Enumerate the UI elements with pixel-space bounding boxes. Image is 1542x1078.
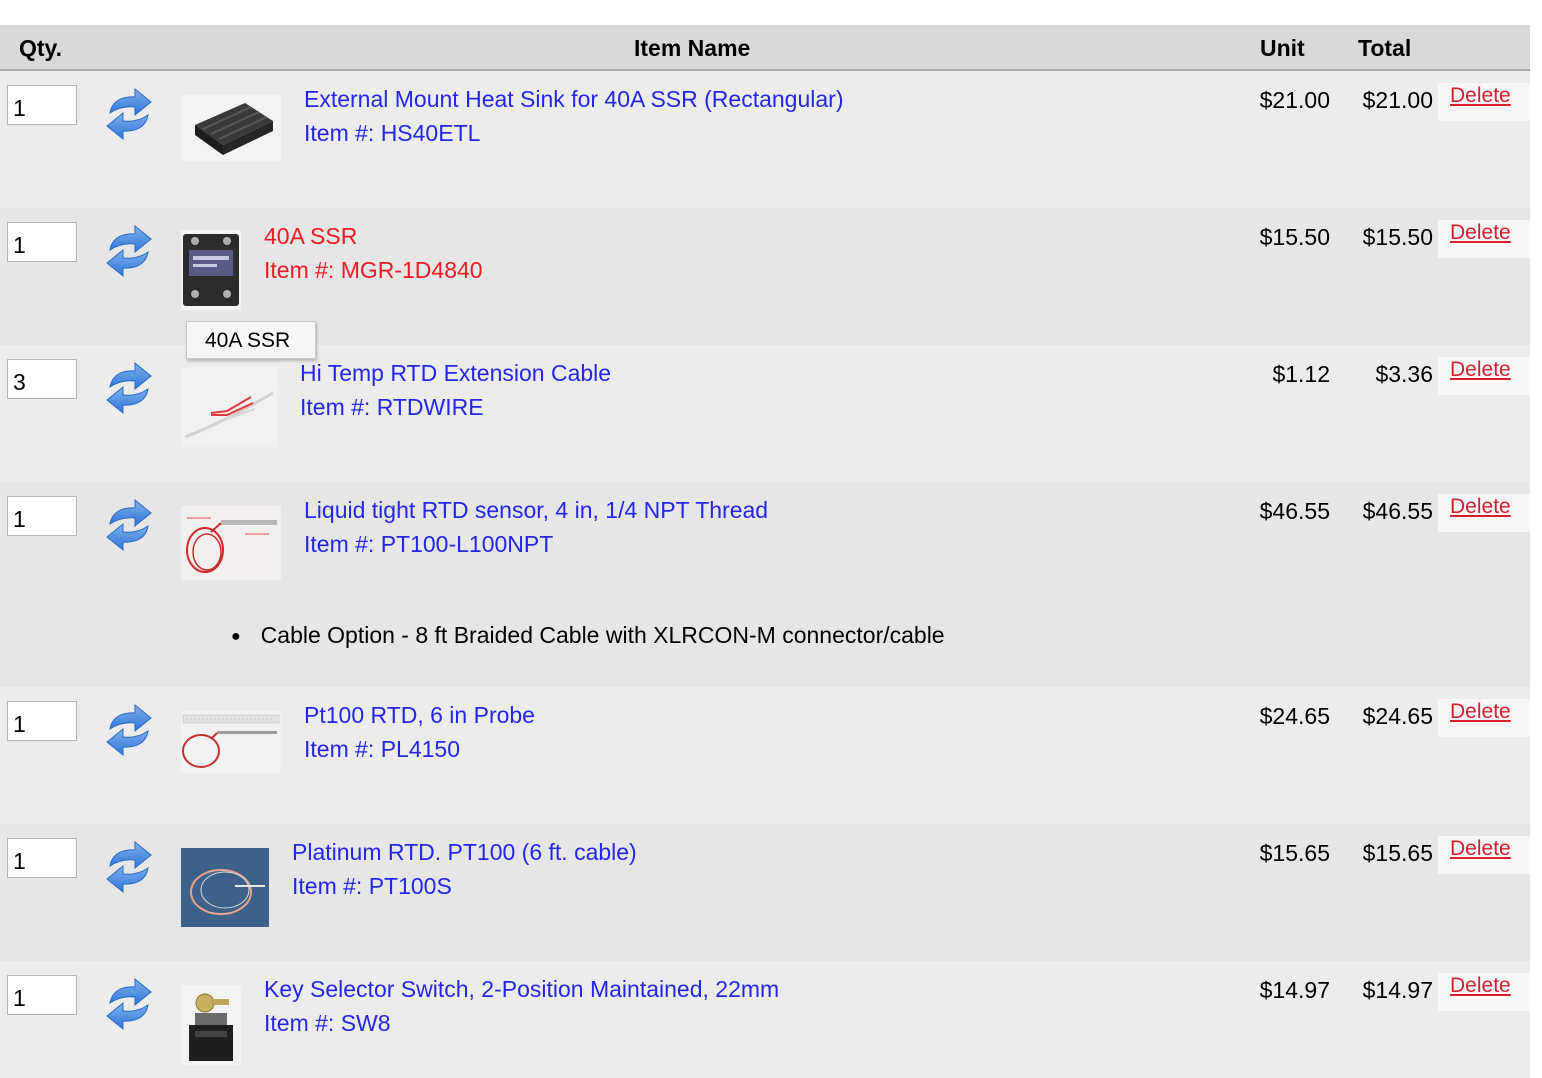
line-total: $24.65 bbox=[1362, 703, 1433, 729]
delete-cell: Delete bbox=[1438, 83, 1530, 121]
item-name-header: Item Name bbox=[634, 35, 751, 61]
refresh-arrows-icon[interactable] bbox=[104, 222, 154, 280]
refresh-arrows-icon[interactable] bbox=[104, 496, 154, 554]
delete-cell: Delete bbox=[1438, 220, 1530, 258]
product-link[interactable]: Liquid tight RTD sensor, 4 in, 1/4 NPT T… bbox=[304, 497, 768, 524]
line-total: $21.00 bbox=[1362, 87, 1433, 113]
delete-link[interactable]: Delete bbox=[1450, 974, 1511, 998]
line-total: $3.36 bbox=[1375, 361, 1433, 387]
unit-price: $14.97 bbox=[1259, 977, 1330, 1003]
delete-link[interactable]: Delete bbox=[1450, 358, 1511, 382]
delete-link[interactable]: Delete bbox=[1450, 495, 1511, 519]
unit-price: $15.50 bbox=[1259, 224, 1330, 250]
product-tooltip: 40A SSR bbox=[186, 321, 316, 359]
line-total: $15.65 bbox=[1362, 840, 1433, 866]
refresh-arrows-icon[interactable] bbox=[104, 701, 154, 759]
cart-row: Liquid tight RTD sensor, 4 in, 1/4 NPT T… bbox=[0, 482, 1530, 687]
cart-header: Qty. Item Name Unit Total bbox=[0, 25, 1530, 71]
product-link[interactable]: Hi Temp RTD Extension Cable bbox=[300, 360, 611, 387]
product-link[interactable]: Platinum RTD. PT100 (6 ft. cable) bbox=[292, 839, 637, 866]
platinum-rtd-thumbnail[interactable] bbox=[181, 848, 269, 927]
item-number: Item #: HS40ETL bbox=[304, 120, 481, 146]
item-number: Item #: PL4150 bbox=[304, 736, 460, 762]
extension-cable-thumbnail[interactable] bbox=[181, 367, 277, 447]
delete-link[interactable]: Delete bbox=[1450, 700, 1511, 724]
item-number: Item #: RTDWIRE bbox=[300, 394, 484, 420]
bullet-icon: ● bbox=[231, 628, 241, 645]
delete-cell: Delete bbox=[1438, 699, 1530, 737]
unit-header: Unit bbox=[1260, 35, 1305, 61]
total-header: Total bbox=[1358, 35, 1412, 61]
quantity-input[interactable] bbox=[7, 701, 77, 741]
unit-price: $15.65 bbox=[1259, 840, 1330, 866]
item-number: Item #: PT100-L100NPT bbox=[304, 531, 554, 557]
cart-table: Qty. Item Name Unit Total External Mount… bbox=[0, 25, 1530, 1078]
ssr-thumbnail[interactable] bbox=[181, 230, 241, 310]
product-link[interactable]: Pt100 RTD, 6 in Probe bbox=[304, 702, 535, 729]
product-link[interactable]: Key Selector Switch, 2-Position Maintain… bbox=[264, 976, 779, 1003]
delete-link[interactable]: Delete bbox=[1450, 837, 1511, 861]
cart-row: External Mount Heat Sink for 40A SSR (Re… bbox=[0, 71, 1530, 208]
line-total: $15.50 bbox=[1362, 224, 1433, 250]
unit-price: $24.65 bbox=[1259, 703, 1330, 729]
qty-header: Qty. bbox=[19, 35, 63, 61]
quantity-input[interactable] bbox=[7, 359, 77, 399]
unit-price: $21.00 bbox=[1259, 87, 1330, 113]
cart-row: Key Selector Switch, 2-Position Maintain… bbox=[0, 961, 1530, 1078]
quantity-input[interactable] bbox=[7, 222, 77, 262]
refresh-arrows-icon[interactable] bbox=[104, 975, 154, 1033]
refresh-arrows-icon[interactable] bbox=[104, 85, 154, 143]
delete-link[interactable]: Delete bbox=[1450, 84, 1511, 108]
refresh-arrows-icon[interactable] bbox=[104, 838, 154, 896]
delete-cell: Delete bbox=[1438, 973, 1530, 1011]
unit-price: $1.12 bbox=[1272, 361, 1330, 387]
cart-row: Platinum RTD. PT100 (6 ft. cable) Item #… bbox=[0, 824, 1530, 961]
option-text: Cable Option - 8 ft Braided Cable with X… bbox=[260, 622, 945, 648]
delete-cell: Delete bbox=[1438, 836, 1530, 874]
line-total: $14.97 bbox=[1362, 977, 1433, 1003]
delete-cell: Delete bbox=[1438, 494, 1530, 532]
cart-row: Hi Temp RTD Extension Cable Item #: RTDW… bbox=[0, 345, 1530, 482]
quantity-input[interactable] bbox=[7, 975, 77, 1015]
item-number: Item #: MGR-1D4840 bbox=[264, 257, 483, 283]
delete-cell: Delete bbox=[1438, 357, 1530, 395]
cart-row: Pt100 RTD, 6 in Probe Item #: PL4150 $24… bbox=[0, 687, 1530, 824]
unit-price: $46.55 bbox=[1259, 498, 1330, 524]
refresh-arrows-icon[interactable] bbox=[104, 359, 154, 417]
heat-sink-thumbnail[interactable] bbox=[181, 95, 281, 161]
rtd-sensor-thumbnail[interactable] bbox=[181, 506, 281, 580]
quantity-input[interactable] bbox=[7, 85, 77, 125]
product-link[interactable]: 40A SSR bbox=[264, 223, 357, 250]
item-number: Item #: PT100S bbox=[292, 873, 452, 899]
delete-link[interactable]: Delete bbox=[1450, 221, 1511, 245]
quantity-input[interactable] bbox=[7, 838, 77, 878]
line-total: $46.55 bbox=[1362, 498, 1433, 524]
pt100-probe-thumbnail[interactable] bbox=[181, 711, 281, 773]
quantity-input[interactable] bbox=[7, 496, 77, 536]
item-number: Item #: SW8 bbox=[264, 1010, 391, 1036]
key-switch-thumbnail[interactable] bbox=[181, 985, 241, 1065]
product-option: ● Cable Option - 8 ft Braided Cable with … bbox=[231, 622, 945, 649]
product-link[interactable]: External Mount Heat Sink for 40A SSR (Re… bbox=[304, 86, 843, 113]
